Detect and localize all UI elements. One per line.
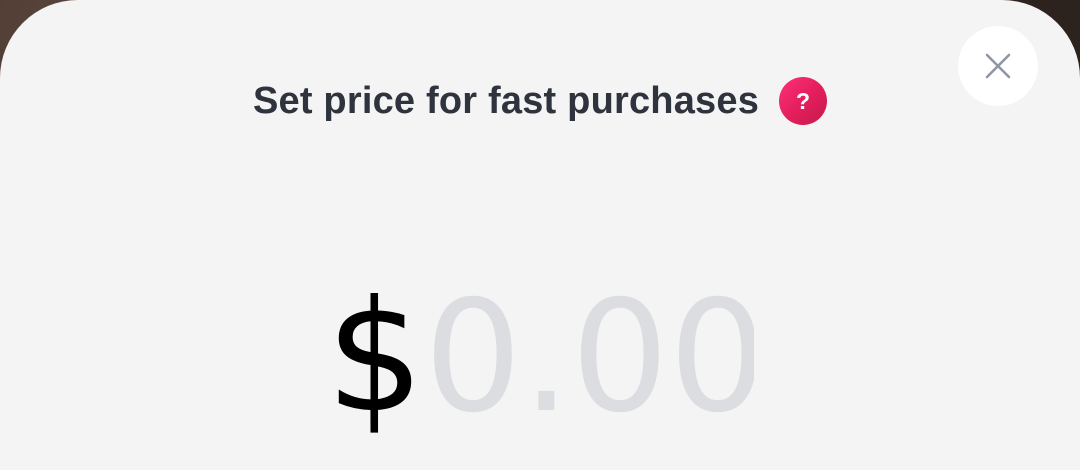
help-button[interactable]: ? [779,77,828,125]
price-input[interactable] [423,268,754,447]
price-display: $ [0,268,1080,447]
currency-symbol: $ [326,268,424,447]
title-row: Set price for fast purchases ? [0,76,1080,126]
dialog-title: Set price for fast purchases [252,79,760,122]
price-sheet: Set price for fast purchases ? $ [0,0,1080,470]
question-mark-icon: ? [796,87,811,114]
